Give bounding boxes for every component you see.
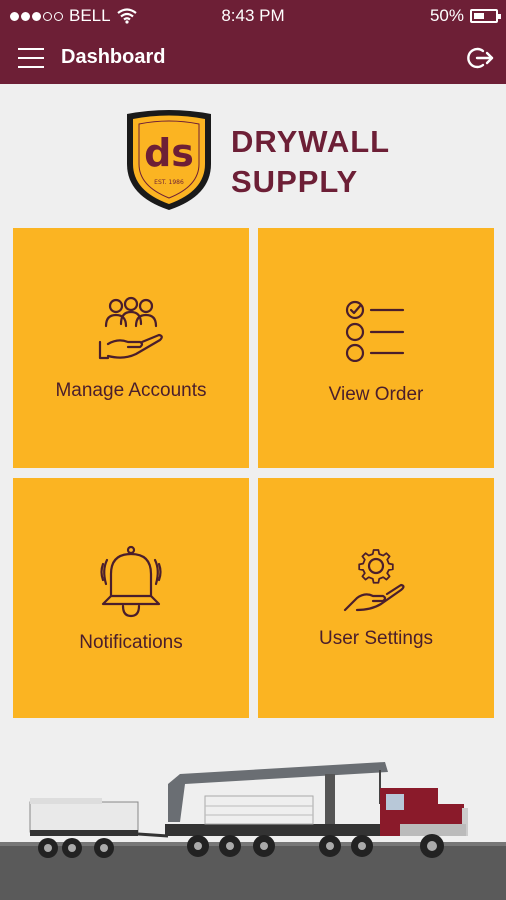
view-order-tile[interactable]: View Order: [258, 228, 494, 468]
delivery-truck-image: [0, 762, 506, 900]
manage-accounts-tile[interactable]: Manage Accounts: [13, 228, 249, 468]
notifications-tile[interactable]: Notifications: [13, 478, 249, 718]
brand-name: DRYWALL SUPPLY: [231, 122, 390, 202]
logout-icon[interactable]: [466, 44, 494, 72]
brand-line-2: SUPPLY: [231, 164, 359, 199]
app-bar: Dashboard: [0, 32, 506, 84]
user-settings-tile[interactable]: User Settings: [258, 478, 494, 718]
status-right: 50%: [429, 6, 501, 26]
checklist-icon: [258, 300, 494, 362]
tile-label-notifications: Notifications: [79, 632, 183, 653]
settings-hand-icon: [258, 544, 494, 614]
battery-percent: 50%: [429, 6, 464, 25]
tile-label-view-order: View Order: [328, 384, 424, 405]
battery-icon: [470, 9, 501, 23]
page-title: Dashboard: [61, 46, 166, 68]
bell-icon: [13, 544, 249, 618]
svg-text:ds: ds: [144, 131, 194, 175]
svg-text:EST. 1986: EST. 1986: [154, 179, 184, 186]
battery-level: [474, 13, 484, 19]
dashboard-content: ds EST. 1986 DRYWALL SUPPLY Manage Accou…: [0, 84, 506, 900]
drywall-supply-logo: ds EST. 1986: [127, 110, 211, 210]
manage-accounts-icon: [13, 296, 249, 362]
tile-label-user-settings: User Settings: [318, 628, 434, 649]
status-bar: BELL 8:43 PM 50%: [0, 0, 506, 32]
brand-line-1: DRYWALL: [231, 124, 391, 159]
tile-label-manage-accounts: Manage Accounts: [55, 380, 207, 401]
hamburger-menu-icon[interactable]: [18, 48, 44, 68]
